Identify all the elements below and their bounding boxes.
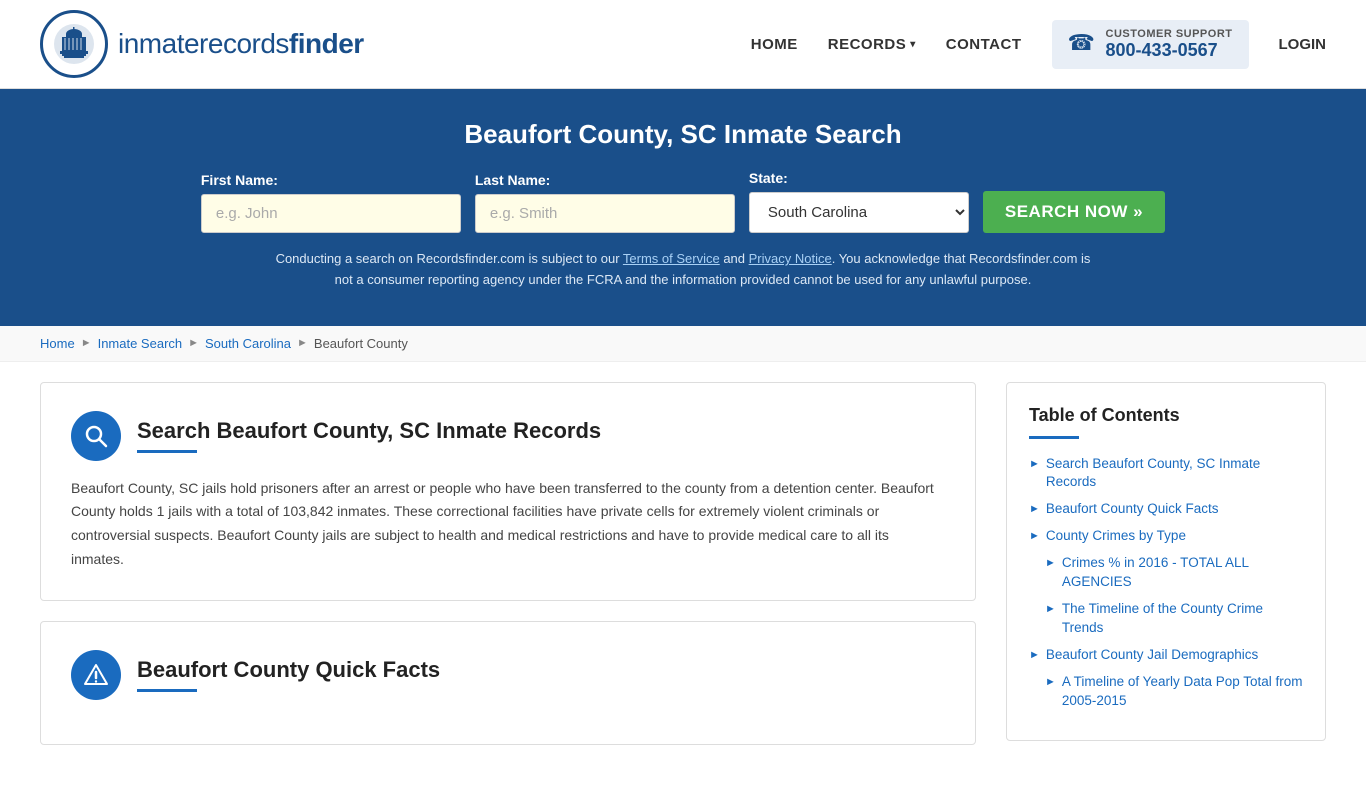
support-label: CUSTOMER SUPPORT [1106, 28, 1233, 40]
building-svg [52, 22, 96, 66]
toc-label-1: Search Beaufort County, SC Inmate Record… [1046, 455, 1303, 493]
first-name-label: First Name: [201, 172, 278, 188]
toc-chevron-3: ► [1029, 529, 1040, 544]
sidebar: Table of Contents ► Search Beaufort Coun… [1006, 382, 1326, 765]
last-name-input[interactable] [475, 194, 735, 233]
site-logo[interactable]: inmaterecordsfinder [40, 10, 364, 78]
logo-text: inmaterecordsfinder [118, 28, 364, 60]
breadcrumb-sep-1: ► [81, 337, 92, 349]
main-nav: HOME RECORDS ▾ CONTACT ☎ CUSTOMER SUPPOR… [751, 20, 1326, 69]
section-body-search: Beaufort County, SC jails hold prisoners… [71, 477, 945, 572]
terms-link[interactable]: Terms of Service [623, 251, 720, 266]
toc-title: Table of Contents [1029, 405, 1303, 426]
search-icon-circle [71, 411, 121, 461]
support-number: 800-433-0567 [1106, 40, 1233, 61]
toc-link-4[interactable]: ► Crimes % in 2016 - TOTAL ALL AGENCIES [1045, 554, 1303, 592]
toc-divider [1029, 436, 1079, 439]
site-header: inmaterecordsfinder HOME RECORDS ▾ CONTA… [0, 0, 1366, 89]
section-title-underline-qf [137, 689, 197, 692]
chevron-down-icon: ▾ [910, 39, 916, 50]
search-section: Search Beaufort County, SC Inmate Record… [40, 382, 976, 601]
toc-link-3[interactable]: ► County Crimes by Type [1029, 527, 1303, 546]
state-select[interactable]: South Carolina Alabama Alaska Arizona Ca… [749, 192, 969, 233]
toc-chevron-2: ► [1029, 502, 1040, 517]
toc-item-4: ► Crimes % in 2016 - TOTAL ALL AGENCIES [1045, 554, 1303, 592]
toc-label-3: County Crimes by Type [1046, 527, 1186, 546]
toc-link-1[interactable]: ► Search Beaufort County, SC Inmate Reco… [1029, 455, 1303, 493]
quick-facts-section: Beaufort County Quick Facts [40, 621, 976, 745]
breadcrumb-inmate-search[interactable]: Inmate Search [98, 336, 183, 351]
section-title-search: Search Beaufort County, SC Inmate Record… [137, 418, 601, 444]
breadcrumb-sep-3: ► [297, 337, 308, 349]
toc-label-6: Beaufort County Jail Demographics [1046, 646, 1258, 665]
section-title-underline [137, 450, 197, 453]
last-name-group: Last Name: [475, 172, 735, 233]
toc-item-5: ► The Timeline of the County Crime Trend… [1045, 600, 1303, 638]
toc-item-3: ► County Crimes by Type [1029, 527, 1303, 546]
toc-link-7[interactable]: ► A Timeline of Yearly Data Pop Total fr… [1045, 673, 1303, 711]
toc-label-5: The Timeline of the County Crime Trends [1062, 600, 1303, 638]
first-name-group: First Name: [201, 172, 461, 233]
breadcrumb: Home ► Inmate Search ► South Carolina ► … [0, 326, 1366, 362]
toc-item-7: ► A Timeline of Yearly Data Pop Total fr… [1045, 673, 1303, 711]
toc-item-1: ► Search Beaufort County, SC Inmate Reco… [1029, 455, 1303, 493]
main-content: Search Beaufort County, SC Inmate Record… [0, 362, 1366, 785]
hero-banner: Beaufort County, SC Inmate Search First … [0, 89, 1366, 326]
hero-title: Beaufort County, SC Inmate Search [40, 119, 1326, 150]
toc-item-6: ► Beaufort County Jail Demographics [1029, 646, 1303, 665]
section-header-quickfacts: Beaufort County Quick Facts [71, 650, 945, 700]
breadcrumb-sep-2: ► [188, 337, 199, 349]
first-name-input[interactable] [201, 194, 461, 233]
nav-contact[interactable]: CONTACT [946, 36, 1022, 53]
customer-support-box: ☎ CUSTOMER SUPPORT 800-433-0567 [1052, 20, 1249, 69]
last-name-label: Last Name: [475, 172, 550, 188]
toc-chevron-7: ► [1045, 675, 1056, 690]
toc-chevron-4: ► [1045, 556, 1056, 571]
headphone-icon: ☎ [1068, 30, 1096, 58]
toc-item-2: ► Beaufort County Quick Facts [1029, 500, 1303, 519]
toc-box: Table of Contents ► Search Beaufort Coun… [1006, 382, 1326, 742]
triangle-alert-icon [83, 662, 109, 688]
alert-icon-circle [71, 650, 121, 700]
nav-home[interactable]: HOME [751, 36, 798, 53]
toc-chevron-1: ► [1029, 457, 1040, 472]
nav-login[interactable]: LOGIN [1279, 36, 1327, 53]
toc-link-5[interactable]: ► The Timeline of the County Crime Trend… [1045, 600, 1303, 638]
breadcrumb-current: Beaufort County [314, 336, 408, 351]
toc-label-2: Beaufort County Quick Facts [1046, 500, 1219, 519]
hero-disclaimer: Conducting a search on Recordsfinder.com… [273, 249, 1093, 291]
toc-link-2[interactable]: ► Beaufort County Quick Facts [1029, 500, 1303, 519]
nav-records[interactable]: RECORDS ▾ [828, 36, 916, 53]
breadcrumb-south-carolina[interactable]: South Carolina [205, 336, 291, 351]
logo-icon [40, 10, 108, 78]
section-title-quickfacts: Beaufort County Quick Facts [137, 657, 440, 683]
state-group: State: South Carolina Alabama Alaska Ari… [749, 170, 969, 233]
toc-chevron-6: ► [1029, 648, 1040, 663]
section-title-group: Search Beaufort County, SC Inmate Record… [137, 418, 601, 453]
magnifier-icon [83, 423, 109, 449]
breadcrumb-home[interactable]: Home [40, 336, 75, 351]
toc-list: ► Search Beaufort County, SC Inmate Reco… [1029, 455, 1303, 711]
search-form: First Name: Last Name: State: South Caro… [40, 170, 1326, 233]
toc-label-7: A Timeline of Yearly Data Pop Total from… [1062, 673, 1303, 711]
support-text-area: CUSTOMER SUPPORT 800-433-0567 [1106, 28, 1233, 61]
section-header-search: Search Beaufort County, SC Inmate Record… [71, 411, 945, 461]
content-area: Search Beaufort County, SC Inmate Record… [40, 382, 1006, 765]
toc-label-4: Crimes % in 2016 - TOTAL ALL AGENCIES [1062, 554, 1303, 592]
toc-chevron-5: ► [1045, 602, 1056, 617]
section-title-group-qf: Beaufort County Quick Facts [137, 657, 440, 692]
state-label: State: [749, 170, 788, 186]
toc-link-6[interactable]: ► Beaufort County Jail Demographics [1029, 646, 1303, 665]
search-button[interactable]: SEARCH NOW » [983, 191, 1165, 233]
privacy-link[interactable]: Privacy Notice [749, 251, 832, 266]
